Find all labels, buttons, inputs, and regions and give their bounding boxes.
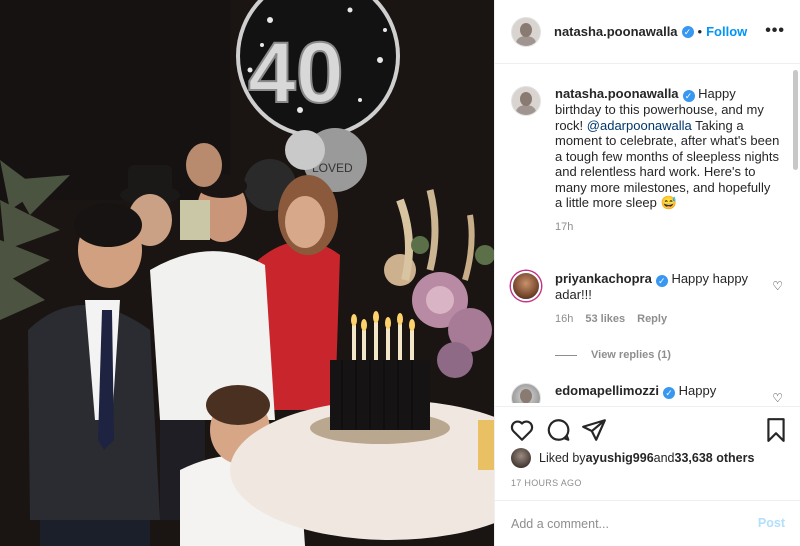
- comments-scrollbar[interactable]: [793, 70, 798, 170]
- comment-username[interactable]: priyankachopra: [555, 271, 652, 286]
- bookmark-icon[interactable]: [763, 417, 789, 443]
- header-username[interactable]: natasha.poonawalla: [554, 24, 678, 39]
- party-photo: 40 LOVED: [0, 0, 494, 546]
- comment-text: edomapellimozzi ✓ Happy: [555, 383, 781, 399]
- avatar[interactable]: [511, 86, 541, 116]
- comment-body: Happy: [675, 383, 717, 398]
- more-options-icon[interactable]: •••: [765, 22, 785, 40]
- follow-button[interactable]: Follow: [706, 24, 747, 39]
- comment-username[interactable]: edomapellimozzi: [555, 383, 659, 398]
- verified-badge-icon: ✓: [663, 387, 676, 399]
- caption-meta: 17h: [555, 221, 781, 233]
- comment-item: priyankachopra ✓ Happy happy adar!!! 16h 5…: [511, 271, 783, 325]
- post-photo[interactable]: 40 LOVED: [0, 0, 494, 546]
- verified-badge-icon: ✓: [681, 25, 694, 38]
- heart-icon[interactable]: [509, 417, 535, 443]
- caption: natasha.poonawalla ✓ Happy birthday to th…: [511, 86, 781, 233]
- comment-input[interactable]: [511, 514, 731, 534]
- balloon-40: 40: [236, 0, 400, 138]
- caption-text: natasha.poonawalla ✓ Happy birthday to th…: [555, 86, 781, 211]
- action-bar: [495, 406, 800, 450]
- comment-time[interactable]: 16h: [555, 313, 573, 325]
- liker-username[interactable]: ayushig996: [586, 451, 654, 465]
- comment-heart-icon[interactable]: ♡: [772, 279, 783, 293]
- comment-item: edomapellimozzi ✓ Happy ♡: [511, 383, 783, 403]
- post-header: natasha.poonawalla ✓ • Follow •••: [495, 0, 800, 64]
- add-comment-bar: Post: [495, 500, 800, 546]
- separator-dot: •: [697, 24, 703, 39]
- balloon-number: 40: [248, 25, 344, 121]
- caption-time[interactable]: 17h: [555, 221, 573, 233]
- comment-meta: 16h 53 likes Reply: [555, 313, 781, 325]
- likes-prefix: Liked by: [539, 451, 586, 465]
- avatar[interactable]: [511, 16, 541, 47]
- post-timestamp[interactable]: 17 HOURS AGO: [511, 478, 582, 488]
- caption-username[interactable]: natasha.poonawalla: [555, 86, 679, 101]
- likes-middle: and: [653, 451, 675, 465]
- comment-icon[interactable]: [545, 417, 571, 443]
- post-comment-button[interactable]: Post: [758, 516, 785, 530]
- reply-button[interactable]: Reply: [637, 313, 667, 325]
- view-replies-button[interactable]: View replies (1): [555, 349, 671, 361]
- instagram-post-view: 40 LOVED natasha.poonawalla ✓ • Follow •…: [0, 0, 800, 546]
- avatar[interactable]: [511, 271, 541, 301]
- comments-list[interactable]: natasha.poonawalla ✓ Happy birthday to th…: [495, 65, 800, 403]
- comment-heart-icon[interactable]: ♡: [772, 391, 783, 403]
- verified-badge-icon: ✓: [655, 275, 668, 287]
- verified-badge-icon: ✓: [682, 90, 695, 102]
- likes-summary: Liked by ayushig996 and 33,638 others: [511, 446, 754, 470]
- likes-others-link[interactable]: 33,638 others: [675, 451, 755, 465]
- share-icon[interactable]: [581, 417, 607, 443]
- liker-avatar[interactable]: [511, 448, 531, 468]
- post-side-panel: natasha.poonawalla ✓ • Follow ••• natash…: [494, 0, 800, 546]
- comment-likes[interactable]: 53 likes: [585, 313, 625, 325]
- caption-mention-link[interactable]: @adarpoonawalla: [587, 118, 692, 133]
- comment-text: priyankachopra ✓ Happy happy adar!!!: [555, 271, 781, 303]
- avatar[interactable]: [511, 383, 541, 403]
